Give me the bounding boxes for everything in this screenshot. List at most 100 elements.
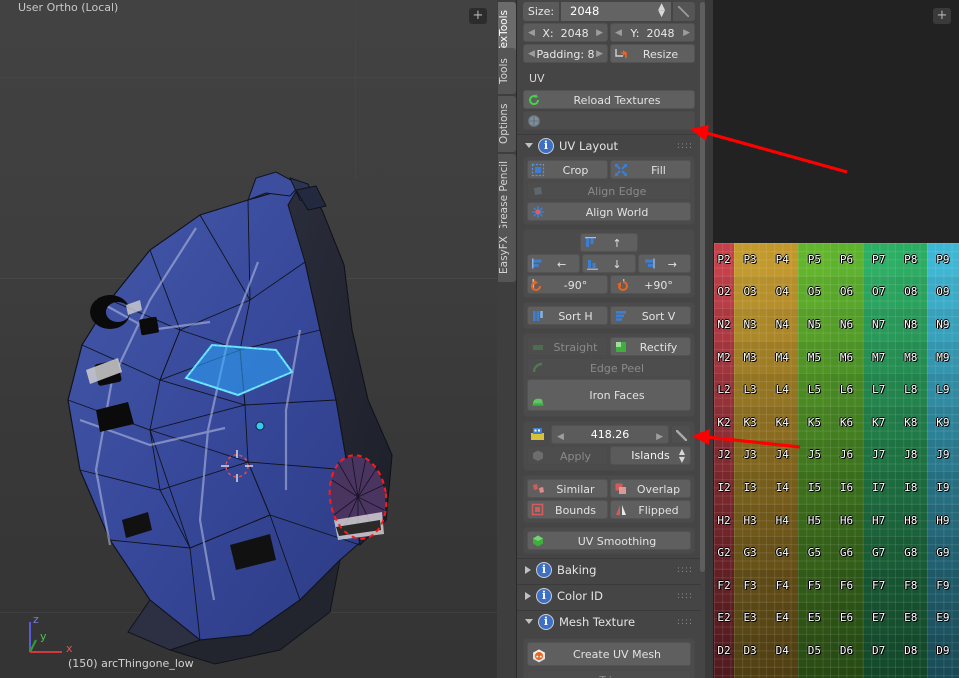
tab-easyfx[interactable]: EasyFX xyxy=(498,228,516,282)
apply-button[interactable]: Apply xyxy=(527,446,608,465)
uv-grid-cell[interactable]: C5 xyxy=(798,666,831,678)
uv-grid-cell[interactable]: N7 xyxy=(862,308,895,341)
uv-grid-cell[interactable]: L4 xyxy=(766,373,799,406)
uv-grid-cell[interactable]: F7 xyxy=(862,568,895,602)
uv-grid-cell[interactable]: M3 xyxy=(734,340,767,374)
tab-tools[interactable]: Tools xyxy=(498,48,516,94)
uv-grid-cell[interactable]: K2 xyxy=(714,405,734,439)
checker-map-button[interactable] xyxy=(523,111,695,130)
uv-grid-cell[interactable]: M6 xyxy=(830,340,863,374)
uv-grid-cell[interactable]: G3 xyxy=(734,536,767,569)
select-bounds-button[interactable]: Bounds xyxy=(527,500,608,519)
edge-peel-button[interactable]: Edge Peel xyxy=(527,358,691,377)
uv-grid-cell[interactable]: C6 xyxy=(830,666,863,678)
uv-grid-cell[interactable]: H6 xyxy=(830,503,863,537)
uv-grid-cell[interactable]: D8 xyxy=(894,634,927,667)
uv-grid-cell[interactable]: I8 xyxy=(894,471,927,504)
baking-header[interactable]: i Baking :::: xyxy=(517,558,701,580)
uv-grid-cell[interactable]: E6 xyxy=(830,601,863,635)
uv-grid-cell[interactable]: G9 xyxy=(926,536,959,569)
uv-grid-cell[interactable]: L3 xyxy=(734,373,767,406)
uv-grid-cell[interactable]: M4 xyxy=(766,340,799,374)
uv-grid-cell[interactable]: C4 xyxy=(766,666,799,678)
uv-grid-cell[interactable]: G5 xyxy=(798,536,831,569)
trim-button[interactable]: Trim xyxy=(527,670,691,678)
uv-grid-cell[interactable]: H4 xyxy=(766,503,799,537)
reload-textures-button[interactable]: Reload Textures xyxy=(523,90,695,109)
uv-grid-cell[interactable]: I6 xyxy=(830,471,863,504)
uv-grid-cell[interactable]: M9 xyxy=(926,340,959,374)
uv-grid-cell[interactable]: K8 xyxy=(894,405,927,439)
uv-grid-cell[interactable]: L9 xyxy=(926,373,959,406)
size-pick-icon[interactable] xyxy=(673,2,695,21)
uv-grid-cell[interactable]: K5 xyxy=(798,405,831,439)
uv-grid-cell[interactable]: N9 xyxy=(926,308,959,341)
uv-grid-cell[interactable]: G2 xyxy=(714,536,734,569)
uv-grid-cell[interactable]: O6 xyxy=(830,275,863,309)
uv-grid-cell[interactable]: D7 xyxy=(862,634,895,667)
uv-grid-cell[interactable]: O5 xyxy=(798,275,831,309)
uv-grid-cell[interactable]: G4 xyxy=(766,536,799,569)
uv-grid-cell[interactable]: N8 xyxy=(894,308,927,341)
iron-faces-button[interactable]: Iron Faces xyxy=(527,379,691,411)
uv-editor-add-panel-button[interactable]: + xyxy=(933,8,951,24)
grip-dots-icon[interactable]: :::: xyxy=(677,565,693,575)
uv-grid-cell[interactable]: K9 xyxy=(926,405,959,439)
uv-grid-cell[interactable]: G6 xyxy=(830,536,863,569)
uv-grid-cell[interactable]: P5 xyxy=(798,243,831,276)
uv-grid-cell[interactable]: I4 xyxy=(766,471,799,504)
uv-grid-cell[interactable]: E7 xyxy=(862,601,895,635)
rotate-plus-90-button[interactable]: +90° xyxy=(610,275,691,294)
create-uv-mesh-button[interactable]: Create UV Mesh xyxy=(527,642,691,666)
grip-dots-icon[interactable]: :::: xyxy=(677,141,693,151)
uv-grid-cell[interactable]: F6 xyxy=(830,568,863,602)
uv-grid-cell[interactable]: L5 xyxy=(798,373,831,406)
uv-grid-cell[interactable]: O4 xyxy=(766,275,799,309)
uv-grid-cell[interactable]: N5 xyxy=(798,308,831,341)
uv-grid-cell[interactable]: I3 xyxy=(734,471,767,504)
uv-grid-cell[interactable]: M5 xyxy=(798,340,831,374)
uv-grid-cell[interactable]: D3 xyxy=(734,634,767,667)
select-overlap-button[interactable]: Overlap xyxy=(610,479,691,498)
align-down-button[interactable]: ↓ xyxy=(582,254,636,273)
texel-density-pick-icon[interactable] xyxy=(671,425,691,444)
3d-viewport[interactable]: User Ortho (Local) (150) arcThingone_low… xyxy=(0,0,497,678)
uv-grid-cell[interactable]: P6 xyxy=(830,243,863,276)
uv-grid-cell[interactable]: P4 xyxy=(766,243,799,276)
color-id-header[interactable]: i Color ID :::: xyxy=(517,584,701,606)
uv-grid-cell[interactable]: H7 xyxy=(862,503,895,537)
uv-grid-cell[interactable]: J4 xyxy=(766,438,799,472)
tab-grease-pencil[interactable]: Grease Pencil xyxy=(498,154,516,238)
uv-grid-cell[interactable]: E4 xyxy=(766,601,799,635)
tab-options[interactable]: Options xyxy=(498,96,516,152)
grip-dots-icon[interactable]: :::: xyxy=(677,591,693,601)
uv-grid-cell[interactable]: P7 xyxy=(862,243,895,276)
mesh-texture-header[interactable]: i Mesh Texture :::: xyxy=(517,610,701,632)
uv-grid-cell[interactable]: C7 xyxy=(862,666,895,678)
uv-grid-cell[interactable]: L6 xyxy=(830,373,863,406)
sort-h-button[interactable]: Sort H xyxy=(527,306,608,325)
uv-grid-cell[interactable]: M2 xyxy=(714,340,734,374)
uv-grid-cell[interactable]: O7 xyxy=(862,275,895,309)
uv-grid-cell[interactable]: I2 xyxy=(714,471,734,504)
uv-grid-cell[interactable]: J2 xyxy=(714,438,734,472)
uv-grid-cell[interactable]: J6 xyxy=(830,438,863,472)
uv-grid-cell[interactable]: C2 xyxy=(714,666,734,678)
uv-grid-cell[interactable]: I7 xyxy=(862,471,895,504)
uv-grid-cell[interactable]: O8 xyxy=(894,275,927,309)
uv-grid-cell[interactable]: K6 xyxy=(830,405,863,439)
uv-grid-cell[interactable]: J5 xyxy=(798,438,831,472)
uv-grid-cell[interactable]: I9 xyxy=(926,471,959,504)
uv-grid-cell[interactable]: D9 xyxy=(926,634,959,667)
uv-grid-cell[interactable]: D4 xyxy=(766,634,799,667)
uv-grid-cell[interactable]: E8 xyxy=(894,601,927,635)
uv-grid-cell[interactable]: P9 xyxy=(926,243,959,276)
uv-image-editor[interactable]: + P2 P3 P4 P5 P6 P7 P8 P9 O2 O3 O4 O5 O6 O7 O8 O9 N2 N3 N4… xyxy=(705,0,959,678)
uv-grid-cell[interactable]: P3 xyxy=(734,243,767,276)
uv-layout-header[interactable]: i UV Layout :::: xyxy=(517,134,701,156)
uv-grid-cell[interactable]: C8 xyxy=(894,666,927,678)
rectify-button[interactable]: Rectify xyxy=(610,337,691,356)
uv-grid-cell[interactable]: H5 xyxy=(798,503,831,537)
uv-grid-cell[interactable]: F9 xyxy=(926,568,959,602)
crop-button[interactable]: Crop xyxy=(527,160,608,179)
